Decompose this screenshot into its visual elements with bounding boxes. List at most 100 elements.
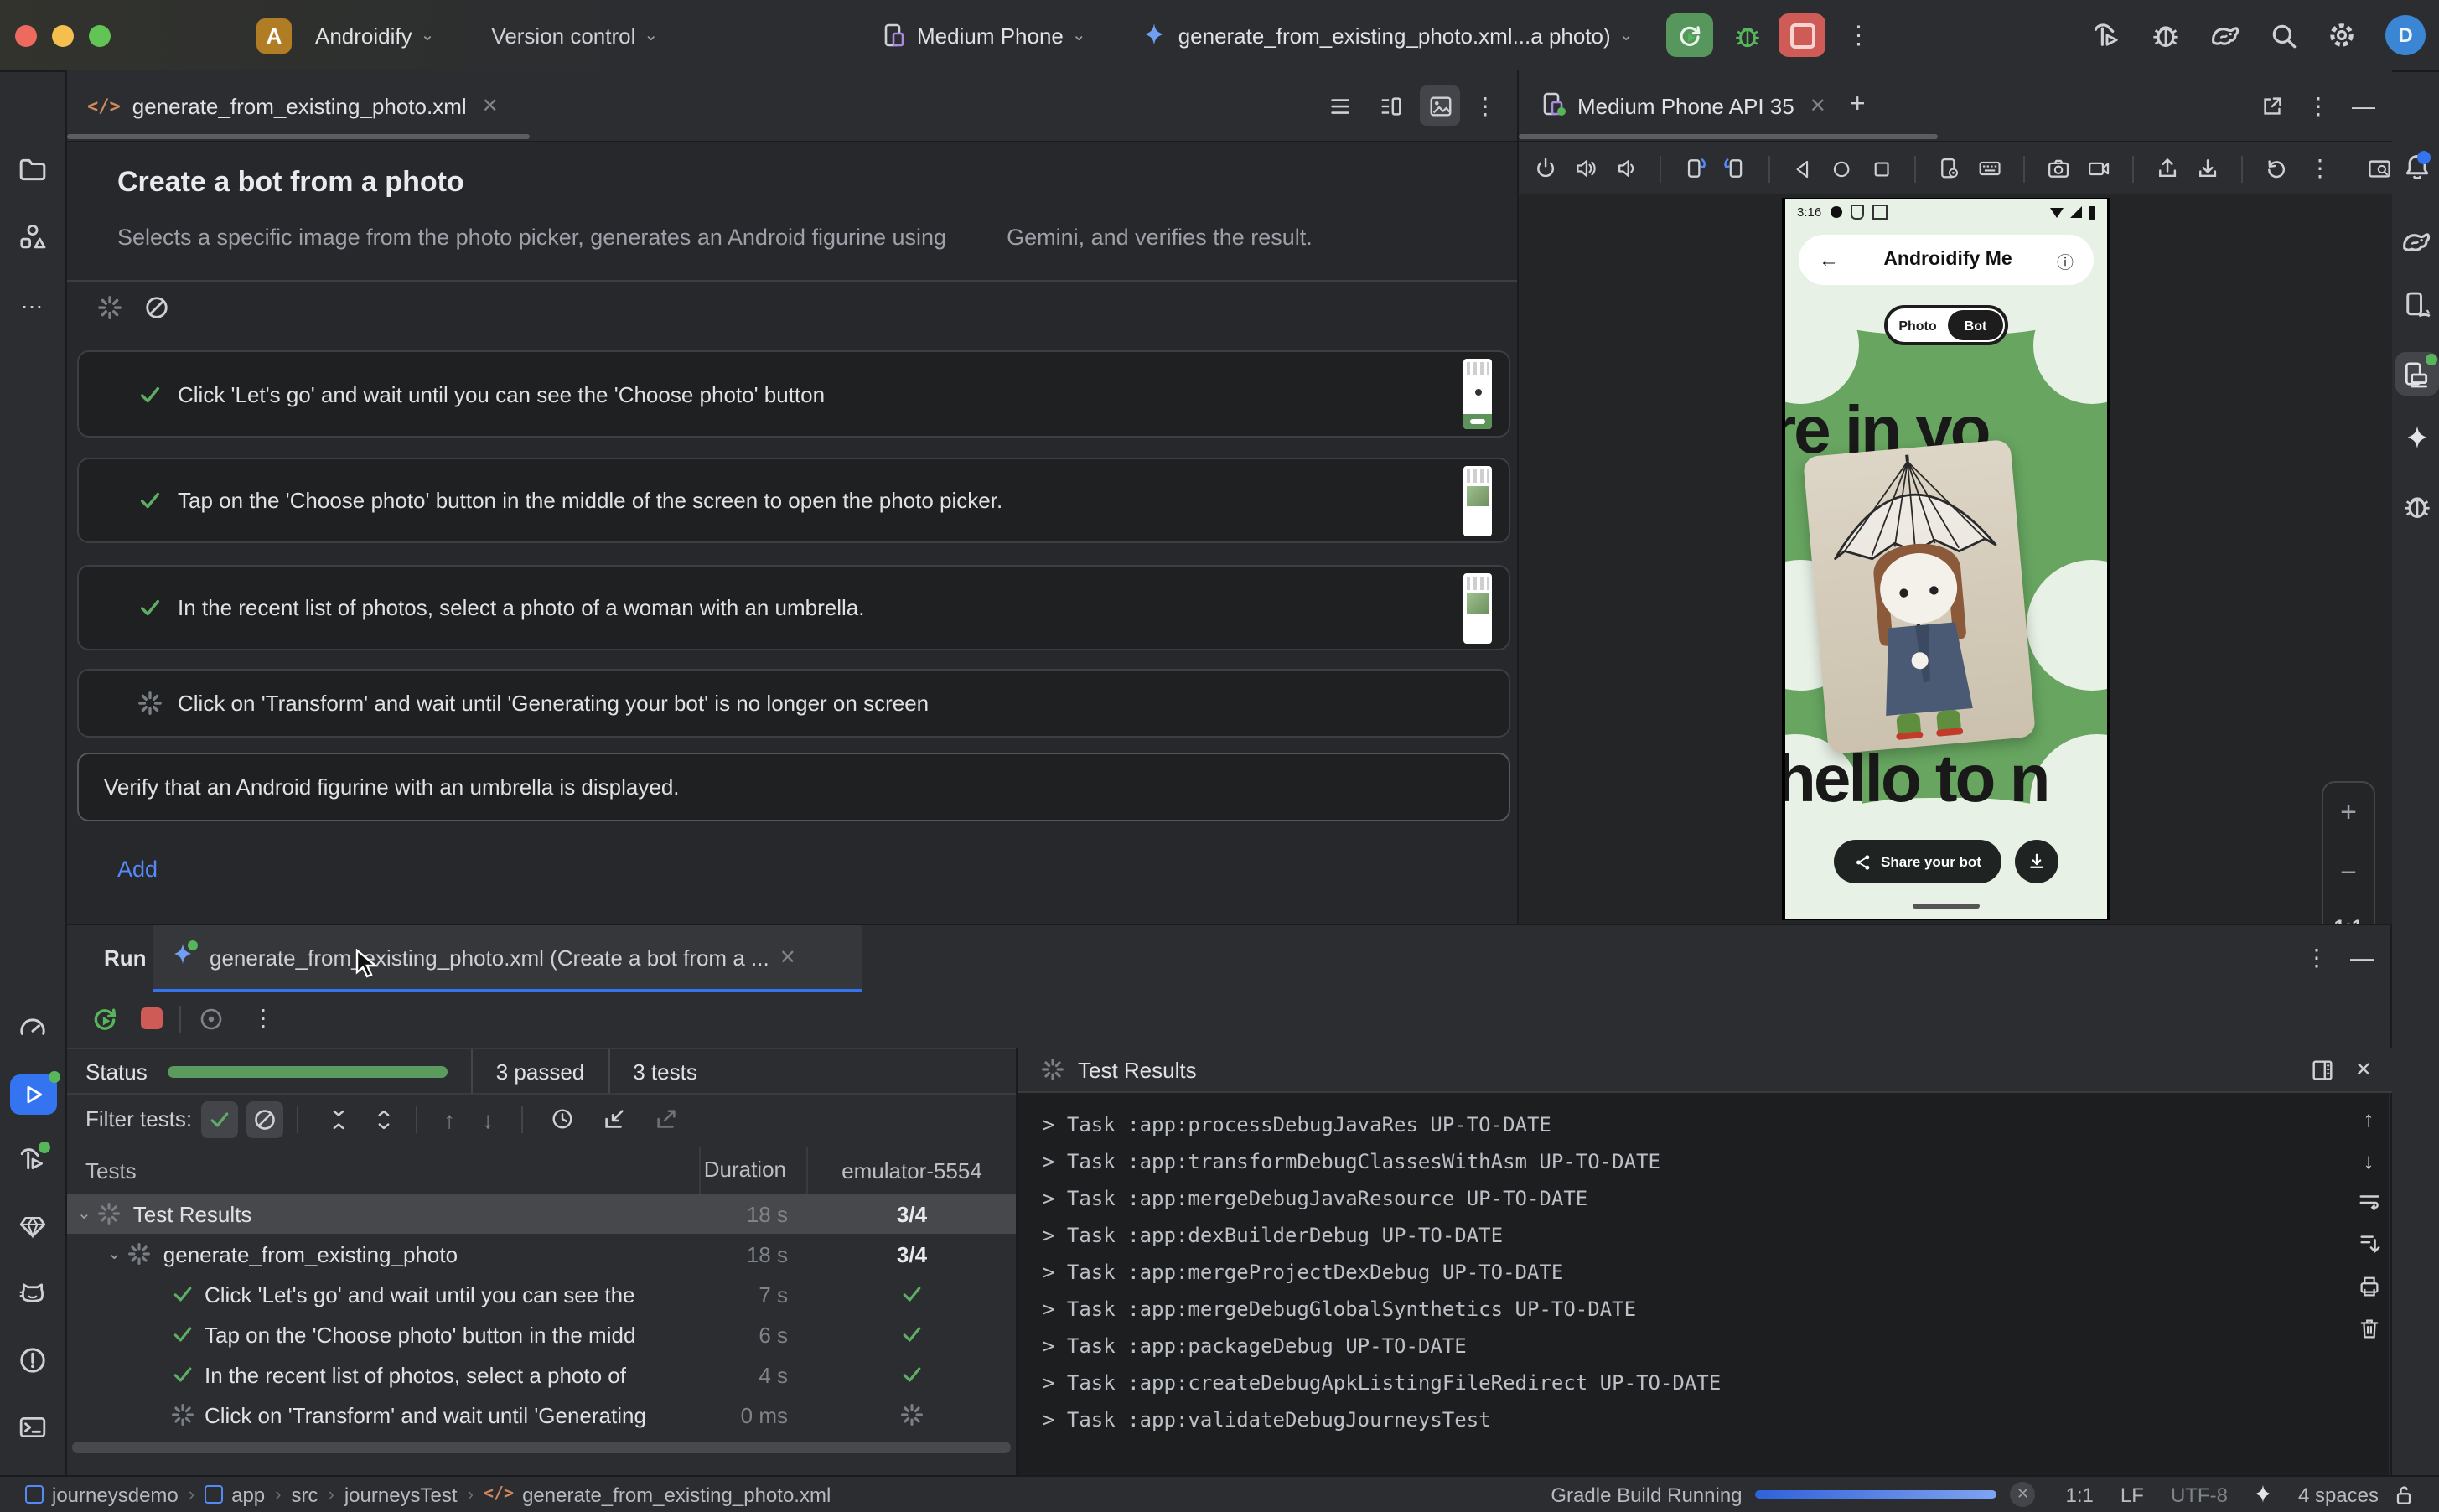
gemini-sparkle-icon[interactable] — [2251, 1483, 2275, 1506]
test-row[interactable]: Click on 'Transform' and wait until 'Gen… — [67, 1395, 1016, 1435]
print-icon[interactable] — [2356, 1274, 2381, 1299]
view-mode-design-button[interactable] — [1420, 85, 1460, 126]
more-actions-icon[interactable]: ⋮ — [251, 1004, 275, 1033]
rerun-icon[interactable] — [91, 1004, 119, 1033]
sidebar-item-more-tools[interactable]: … — [0, 287, 65, 313]
build-run-hammer-icon[interactable] — [2092, 20, 2122, 50]
run-tab[interactable]: generate_from_existing_photo.xml (Create… — [153, 925, 862, 992]
minimize-panel-icon[interactable]: — — [2352, 92, 2375, 119]
collapse-all-button[interactable] — [365, 1100, 401, 1137]
breadcrumb-item[interactable]: app — [231, 1483, 265, 1506]
stop-icon[interactable] — [141, 1007, 163, 1029]
sidebar-item-app-quality-insights[interactable] — [0, 1212, 65, 1240]
power-button-icon[interactable] — [1534, 156, 1557, 181]
journey-step-4[interactable]: Click on 'Transform' and wait until 'Gen… — [77, 669, 1510, 738]
upload-icon[interactable] — [2156, 156, 2179, 181]
column-tests[interactable]: Tests — [67, 1157, 699, 1183]
attach-debugger-icon[interactable] — [2151, 20, 2181, 50]
panel-options-icon[interactable]: ⋮ — [2305, 943, 2328, 971]
gradle-sync-icon[interactable] — [2209, 19, 2241, 51]
breadcrumb-item[interactable]: journeysdemo — [52, 1483, 179, 1506]
view-mode-split-button[interactable] — [1370, 85, 1410, 126]
new-tab-icon[interactable]: + — [1850, 91, 1866, 121]
breadcrumb-item[interactable]: src — [292, 1483, 318, 1506]
reset-icon[interactable] — [2265, 156, 2288, 181]
scroll-up-icon[interactable]: ↑ — [2364, 1106, 2374, 1131]
tab-scrollbar[interactable] — [67, 134, 530, 139]
back-arrow-icon[interactable]: ← — [1819, 248, 1839, 272]
tab-options-icon[interactable]: ⋮ — [1473, 91, 1497, 120]
toggle-bot-selected[interactable]: Bot — [1948, 310, 2003, 340]
rotate-right-icon[interactable] — [1724, 156, 1748, 181]
sidebar-item-terminal[interactable] — [0, 1413, 65, 1442]
tab-generate-from-existing-photo[interactable]: </> generate_from_existing_photo.xml ✕ — [87, 70, 499, 141]
rerun-button[interactable] — [1666, 13, 1713, 57]
column-device[interactable]: emulator-5554 — [806, 1147, 1016, 1194]
close-window-button[interactable] — [15, 24, 37, 46]
show-passed-toggle[interactable] — [200, 1100, 237, 1137]
journey-description[interactable]: Selects a specific image from the photo … — [117, 225, 1313, 250]
panel-options-icon[interactable]: ⋮ — [2307, 91, 2330, 120]
screenshot-camera-icon[interactable] — [2046, 156, 2069, 181]
volume-down-icon[interactable] — [1614, 156, 1638, 181]
test-history-clock-icon[interactable] — [549, 1106, 574, 1131]
android-home-icon[interactable] — [1831, 157, 1853, 180]
zoom-out-icon[interactable]: − — [2340, 856, 2357, 889]
avatar[interactable]: D — [2385, 15, 2426, 55]
android-overview-icon[interactable] — [1870, 157, 1892, 180]
settings-gear-icon[interactable] — [2327, 20, 2357, 50]
minimize-window-button[interactable] — [52, 24, 74, 46]
add-step-button[interactable]: Add — [117, 857, 158, 882]
console-layout-icon[interactable] — [2310, 1057, 2335, 1082]
sidebar-item-notifications[interactable] — [2392, 153, 2439, 188]
android-back-icon[interactable] — [1793, 157, 1815, 180]
more-actions-icon[interactable]: ⋮ — [1846, 20, 1871, 50]
step-screenshot-thumbnail[interactable] — [1463, 359, 1492, 429]
breadcrumb-item[interactable]: journeysTest — [344, 1483, 458, 1506]
sidebar-item-problems[interactable] — [0, 1346, 65, 1375]
sidebar-item-profiler[interactable] — [0, 1014, 65, 1043]
rotate-left-icon[interactable] — [1683, 156, 1706, 181]
sidebar-item-logcat[interactable] — [0, 1279, 65, 1307]
version-control-menu[interactable]: Version control⌄ — [481, 13, 668, 57]
device-tab-scrollbar[interactable] — [1519, 134, 1938, 139]
sidebar-item-project[interactable] — [0, 156, 65, 184]
device-settings-icon[interactable] — [1937, 156, 1960, 181]
line-ending[interactable]: LF — [2121, 1483, 2144, 1506]
test-row[interactable]: Tap on the 'Choose photo' button in the … — [67, 1314, 1016, 1354]
caret-position[interactable]: 1:1 — [2066, 1483, 2094, 1506]
close-tab-icon[interactable]: ✕ — [779, 945, 796, 969]
chevron-down-icon[interactable]: ⌄ — [77, 1204, 91, 1223]
sidebar-item-app-inspection[interactable] — [2392, 491, 2439, 521]
expand-all-button[interactable] — [319, 1100, 356, 1137]
indent-setting[interactable]: 4 spaces — [2298, 1483, 2379, 1506]
info-icon[interactable]: ⓘ — [2057, 247, 2074, 272]
soft-wrap-icon[interactable] — [2356, 1190, 2381, 1215]
test-row[interactable]: Click 'Let's go' and wait until you can … — [67, 1274, 1016, 1314]
breadcrumb-item[interactable]: generate_from_existing_photo.xml — [522, 1483, 831, 1506]
test-options-icon[interactable] — [198, 1005, 225, 1032]
cancel-build-icon[interactable]: ✕ — [2011, 1482, 2036, 1507]
sidebar-item-device-manager[interactable] — [2392, 290, 2439, 320]
chevron-down-icon[interactable]: ⌄ — [107, 1245, 122, 1263]
next-failed-icon[interactable]: ↓ — [482, 1106, 494, 1132]
journey-step-3[interactable]: In the recent list of photos, select a p… — [77, 565, 1510, 650]
bot-result-card[interactable] — [1803, 439, 2036, 754]
scroll-down-icon[interactable]: ↓ — [2364, 1148, 2374, 1173]
sidebar-item-gradle[interactable] — [2392, 226, 2439, 258]
volume-up-icon[interactable] — [1574, 156, 1598, 181]
journey-step-2[interactable]: Tap on the 'Choose photo' button in the … — [77, 458, 1510, 543]
column-duration[interactable]: Duration — [699, 1147, 806, 1194]
share-your-bot-button[interactable]: Share your bot — [1834, 840, 2001, 883]
sidebar-item-build[interactable] — [0, 1145, 65, 1178]
device-selector[interactable]: Medium Phone⌄ — [907, 13, 1096, 57]
sidebar-item-gemini[interactable] — [2392, 424, 2439, 454]
lock-icon[interactable] — [2392, 1483, 2416, 1506]
stop-run-icon[interactable] — [144, 295, 169, 320]
close-console-icon[interactable]: ✕ — [2355, 1058, 2372, 1081]
close-tab-icon[interactable]: ✕ — [482, 94, 499, 117]
emulator-screen[interactable]: 3:16 — [1782, 198, 2110, 920]
sidebar-item-run[interactable] — [0, 1074, 65, 1115]
tests-scrollbar[interactable] — [72, 1442, 1011, 1453]
screen-record-icon[interactable] — [2087, 156, 2110, 181]
